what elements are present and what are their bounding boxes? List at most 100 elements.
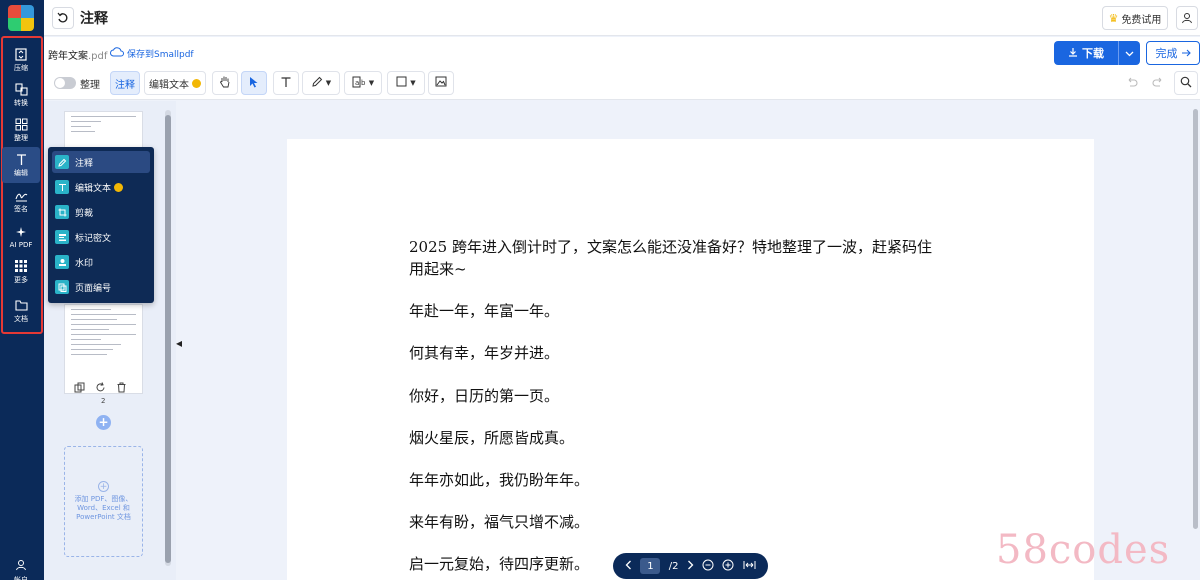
rail-item-documents[interactable]: 文档	[2, 293, 40, 329]
user-icon	[1181, 9, 1193, 28]
rotate-back-icon	[57, 9, 69, 28]
rail-label: AI PDF	[9, 241, 33, 249]
current-page-input[interactable]: 1	[640, 558, 661, 574]
crop-icon	[55, 205, 69, 219]
watermark-icon	[55, 255, 69, 269]
done-label: 完成	[1155, 47, 1178, 60]
page-navigator: 1 /2	[613, 553, 768, 579]
image-tool-button[interactable]	[428, 71, 454, 95]
premium-crown-icon	[192, 78, 201, 88]
file-name-base: 跨年文案	[48, 51, 88, 62]
menu-item-edit-text[interactable]: 编辑文本	[52, 176, 150, 198]
ai-sparkle-icon	[14, 225, 28, 239]
user-icon	[15, 556, 27, 575]
zoom-in-icon[interactable]	[722, 559, 734, 574]
text-tool-button[interactable]	[273, 71, 299, 95]
watermark-logo: 58codes	[996, 527, 1171, 573]
edit-text-label: 编辑文本	[149, 79, 189, 91]
pdf-page[interactable]: 2025 跨年进入倒计时了，文案怎么能还没准备好？特地整理了一波，赶紧码住 用起…	[287, 139, 1094, 580]
menu-item-label: 编辑文本	[75, 183, 112, 194]
trash-icon[interactable]	[116, 378, 127, 397]
duplicate-page-icon[interactable]	[74, 378, 85, 397]
menu-item-watermark[interactable]: 水印	[52, 251, 150, 273]
replace-text-tool-button[interactable]: ab ▼	[344, 71, 382, 95]
menu-item-redact[interactable]: 标记密文	[52, 226, 150, 248]
grid-icon	[14, 259, 28, 273]
thumb-text-line	[71, 344, 121, 345]
edit-text-mode-button[interactable]: 编辑文本	[144, 71, 206, 95]
rail-item-edit[interactable]: 编辑	[2, 147, 40, 183]
rail-item-more[interactable]: 更多	[2, 254, 40, 290]
dropzone-text: 添加 PDF、图像、Word、Excel 和 PowerPoint 文档	[74, 495, 133, 521]
file-extension: .pdf	[88, 51, 108, 62]
smallpdf-logo[interactable]	[8, 5, 34, 31]
menu-item-annotate[interactable]: 注释	[52, 151, 150, 173]
doc-line: 启一元复始，待四序更新。	[409, 555, 590, 573]
save-to-smallpdf-link[interactable]: 保存到Smallpdf	[110, 47, 194, 60]
draw-tool-button[interactable]: ▼	[302, 71, 340, 95]
rail-label: 文档	[14, 315, 28, 323]
profile-button[interactable]	[1176, 6, 1198, 30]
cursor-arrow-icon	[249, 76, 259, 91]
fit-width-icon[interactable]	[743, 560, 756, 573]
cloud-icon	[110, 47, 127, 60]
shape-tool-button[interactable]: ▼	[387, 71, 425, 95]
rail-item-organize[interactable]: 整理	[2, 112, 40, 148]
add-page-button[interactable]: +	[96, 415, 111, 430]
download-options-button[interactable]	[1118, 41, 1140, 65]
download-button[interactable]: 下载	[1054, 41, 1140, 65]
zoom-out-icon[interactable]	[702, 559, 714, 574]
thumb-text-line	[71, 309, 111, 310]
annotate-mode-button[interactable]: 注释	[110, 71, 140, 95]
doc-line: 年年亦如此，我仍盼年年。	[409, 471, 590, 489]
redo-button[interactable]	[1146, 71, 1170, 95]
thumbnail-page-number: 2	[101, 397, 106, 405]
convert-icon	[14, 82, 28, 96]
rotate-page-icon[interactable]	[95, 378, 106, 397]
organize-icon	[14, 117, 28, 131]
menu-item-crop[interactable]: 剪裁	[52, 201, 150, 223]
plus-icon: +	[98, 481, 109, 492]
viewer-scrollbar[interactable]	[1193, 109, 1199, 529]
thumbnail-scrollbar-thumb[interactable]	[165, 115, 171, 563]
chevron-left-icon[interactable]	[625, 560, 632, 573]
thumbnail-scrollbar[interactable]	[165, 110, 171, 566]
undo-button[interactable]	[1120, 71, 1144, 95]
doc-line: 2025 跨年进入倒计时了，文案怎么能还没准备好？特地整理了一波，赶紧码住	[409, 238, 932, 256]
save-link-label: 保存到Smallpdf	[127, 50, 194, 60]
menu-item-label: 页面编号	[75, 283, 112, 294]
thumb-text-line	[71, 329, 109, 330]
image-icon	[435, 76, 447, 90]
edit-text-icon	[14, 152, 28, 166]
add-files-dropzone[interactable]: + 添加 PDF、图像、Word、Excel 和 PowerPoint 文档	[64, 446, 143, 557]
chevron-right-icon[interactable]	[687, 560, 694, 573]
download-main[interactable]: 下载	[1054, 45, 1118, 61]
hand-tool-button[interactable]	[212, 71, 238, 95]
crown-icon: ♛	[1108, 11, 1119, 25]
svg-text:b: b	[361, 79, 366, 87]
organize-toggle-label: 整理	[80, 80, 100, 91]
free-trial-button[interactable]: ♛ 免费试用	[1102, 6, 1168, 30]
rail-item-ai-pdf[interactable]: AI PDF	[2, 219, 40, 255]
select-tool-button[interactable]	[241, 71, 267, 95]
file-name[interactable]: 跨年文案.pdf	[48, 47, 107, 62]
rail-label: 整理	[14, 134, 28, 142]
viewer-scrollbar-thumb[interactable]	[1193, 109, 1198, 529]
page-title: 注释	[80, 11, 108, 27]
account-button[interactable]: 帐户	[4, 556, 38, 580]
organize-toggle[interactable]	[54, 77, 76, 89]
search-button[interactable]	[1174, 71, 1198, 95]
thumbnail-actions	[74, 378, 127, 397]
rail-item-convert[interactable]: 转换	[2, 77, 40, 113]
rail-item-sign[interactable]: 签名	[2, 183, 40, 219]
page-number-icon	[55, 280, 69, 294]
thumb-text-line	[71, 354, 107, 355]
undo-back-button[interactable]	[52, 7, 74, 29]
menu-item-page-numbers[interactable]: 页面编号	[52, 276, 150, 298]
done-button[interactable]: 完成	[1146, 41, 1200, 65]
rail-item-compress[interactable]: 压缩	[2, 42, 40, 78]
thumb-text-line	[71, 121, 101, 122]
editor-toolbar: 跨年文案.pdf 保存到Smallpdf 下载 完成 整理 注释 编辑文本 ▼ …	[44, 37, 1200, 100]
free-trial-label: 免费试用	[1121, 14, 1162, 26]
arrow-right-icon	[1181, 47, 1191, 60]
